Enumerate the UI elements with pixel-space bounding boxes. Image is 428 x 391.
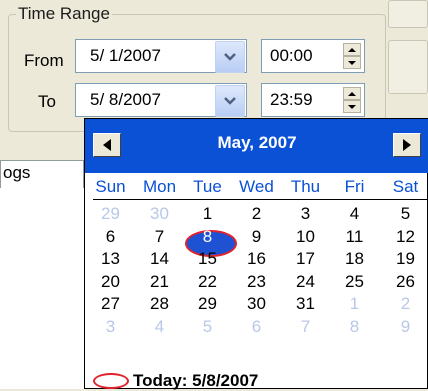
calendar-day[interactable]: 2 [232,203,281,225]
calendar-day[interactable]: 26 [381,271,428,293]
right-panel-top [388,0,428,28]
to-date-picker[interactable]: 5/ 8/2007 [75,83,247,117]
from-time-value: 00:00 [270,46,313,65]
from-label: From [24,51,64,70]
calendar-day[interactable]: 4 [330,203,379,225]
calendar-day[interactable]: 30 [135,203,184,225]
calendar-day[interactable]: 30 [232,293,281,315]
calendar-day[interactable]: 18 [330,248,379,270]
dow-sat: Sat [392,177,419,196]
calendar-day[interactable]: 31 [281,293,330,315]
next-month-button[interactable] [393,133,421,157]
calendar-day[interactable]: 4 [135,316,184,338]
from-date-picker[interactable]: 5/ 1/2007 [75,39,247,73]
calendar-day[interactable]: 7 [135,226,184,248]
dow-fri: Fri [344,177,365,196]
calendar-day[interactable]: 7 [281,316,330,338]
calendar-week-row: 13 14 15 16 17 18 19 [85,248,428,271]
today-label: Today: 5/8/2007 [133,371,259,390]
calendar-day[interactable]: 22 [183,271,232,293]
spin-up-icon [348,91,356,96]
calendar-day[interactable]: 8 [330,316,379,338]
tab-panel [0,188,88,389]
calendar-day[interactable]: 16 [232,248,281,270]
dow-tue: Tue [193,177,222,196]
spin-down-icon [348,104,356,109]
calendar-day[interactable]: 14 [135,248,184,270]
spin-up-button[interactable] [343,87,361,100]
spin-up-icon [348,47,356,52]
dow-mon: Mon [142,177,177,196]
from-time-spinner[interactable] [343,43,361,69]
spin-down-button[interactable] [343,56,361,69]
time-range-title: Time Range [16,4,112,24]
chevron-down-icon [224,97,236,105]
dow-wed: Wed [239,177,274,196]
calendar-day[interactable]: 20 [86,271,135,293]
calendar-week-row: 29 30 1 2 3 4 5 [85,203,428,226]
right-panel-button[interactable] [388,40,428,94]
tab-logs[interactable]: ogs [0,160,84,188]
calendar-day[interactable]: 21 [135,271,184,293]
calendar-day[interactable]: 15 [183,248,232,270]
to-time-spinner[interactable] [343,87,361,113]
calendar-day[interactable]: 9 [232,226,281,248]
spin-down-button[interactable] [343,100,361,113]
calendar-day[interactable]: 24 [281,271,330,293]
calendar-day[interactable]: 6 [86,226,135,248]
from-time-input[interactable]: 00:00 [261,39,365,73]
to-date-value: 5/ 8/2007 [90,90,161,109]
calendar-day-selected[interactable]: 8 [183,226,232,248]
calendar-day[interactable]: 3 [86,316,135,338]
to-date-dropdown-button[interactable] [215,85,245,117]
calendar-day[interactable]: 29 [86,203,135,225]
calendar-day[interactable]: 9 [381,316,428,338]
calendar-week-row: 3456789 [85,316,428,339]
calendar-day[interactable]: 1 [183,203,232,225]
dow-sun: Sun [95,177,126,196]
calendar-day-grid: 29 30 1 2 3 4 5 6 7 8 9 10 11 12 13 14 15 16 17 18 19 20 21 22 2… [85,203,428,338]
calendar-day[interactable]: 17 [281,248,330,270]
today-circle-icon [93,373,129,389]
from-date-value: 5/ 1/2007 [90,46,161,65]
calendar-day[interactable]: 29 [183,293,232,315]
calendar-day[interactable]: 11 [330,226,379,248]
calendar-divider [93,199,427,200]
calendar-day[interactable]: 25 [330,271,379,293]
calendar-day[interactable]: 2 [381,293,428,315]
calendar-day[interactable]: 28 [135,293,184,315]
calendar-day[interactable]: 12 [381,226,428,248]
chevron-down-icon [224,53,236,61]
calendar-day[interactable]: 23 [232,271,281,293]
today-link[interactable]: Today: 5/8/2007 [93,371,258,391]
to-time-input[interactable]: 23:59 [261,83,365,117]
dow-thu: Thu [290,177,321,196]
calendar-month-title[interactable]: May, 2007 [85,133,428,153]
calendar-day[interactable]: 5 [381,203,428,225]
tab-logs-label: ogs [3,163,31,182]
days-of-week-header: Sun Mon Tue Wed Thu Fri Sat [85,177,428,201]
from-date-dropdown-button[interactable] [215,41,245,73]
calendar-week-row: 6 7 8 9 10 11 12 [85,226,428,249]
calendar-week-row: 20 21 22 23 24 25 26 [85,271,428,294]
to-label: To [38,92,56,111]
calendar-day[interactable]: 6 [232,316,281,338]
spin-down-icon [348,60,356,65]
calendar-week-row: 27 28 29 30 31 1 2 [85,293,428,316]
triangle-right-icon [403,139,411,151]
calendar-day[interactable]: 27 [86,293,135,315]
spin-up-button[interactable] [343,43,361,56]
calendar-day[interactable]: 13 [86,248,135,270]
calendar-day[interactable]: 19 [381,248,428,270]
calendar-day[interactable]: 10 [281,226,330,248]
calendar-day[interactable]: 1 [330,293,379,315]
calendar-day[interactable]: 5 [183,316,232,338]
calendar-day[interactable]: 3 [281,203,330,225]
month-calendar[interactable]: May, 2007 Sun Mon Tue Wed Thu Fri Sat 29… [84,118,428,391]
to-time-value: 23:59 [270,90,313,109]
